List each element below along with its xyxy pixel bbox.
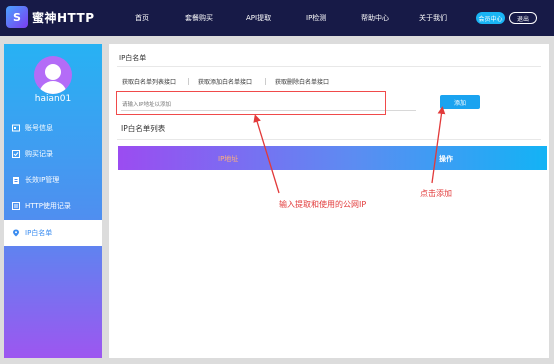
list-icon: [12, 202, 20, 210]
divider: [117, 66, 541, 67]
id-card-icon: [12, 124, 20, 132]
divider: [188, 78, 189, 85]
brand-logo[interactable]: S 蜜神HTTP: [6, 6, 95, 28]
logo-icon: S: [6, 6, 28, 28]
top-navbar: S 蜜神HTTP 首页 套餐购买 API提取 IP检测 帮助中心 关于我们 会员…: [0, 0, 554, 36]
sidebar-item-long-ip-management[interactable]: 长效IP管理: [4, 167, 102, 193]
api-link-delete-whitelist[interactable]: 获取删除白名单接口: [275, 77, 329, 86]
api-link-add-whitelist[interactable]: 获取添加白名单接口: [198, 77, 252, 86]
nav-about-us[interactable]: 关于我们: [419, 13, 447, 23]
column-header-actions: 操作: [439, 155, 453, 163]
logout-button[interactable]: 退出: [509, 12, 537, 24]
avatar[interactable]: [34, 56, 72, 94]
nav-ip-check[interactable]: IP检测: [306, 13, 326, 23]
username: haian01: [34, 94, 72, 104]
sidebar-item-label: 账号信息: [25, 124, 53, 132]
add-button[interactable]: 添加: [440, 95, 480, 109]
page-title: IP白名单: [119, 54, 147, 62]
avatar-body-shape: [39, 81, 67, 94]
clipboard-icon: [12, 176, 20, 184]
api-link-list-whitelist[interactable]: 获取白名单列表接口: [122, 77, 176, 86]
sidebar-item-label: 购买记录: [25, 150, 53, 158]
sidebar-item-label: IP白名单: [25, 229, 53, 237]
nav-home[interactable]: 首页: [135, 13, 149, 23]
sidebar-item-purchase-records[interactable]: 购买记录: [4, 141, 102, 167]
column-header-ip-address: IP地址: [218, 155, 239, 163]
avatar-head-shape: [45, 64, 61, 80]
divider: [265, 78, 266, 85]
annotation-click-hint: 点击添加: [420, 189, 452, 198]
annotation-input-hint: 输入提取和使用的公网IP: [279, 200, 367, 209]
sidebar-item-ip-whitelist[interactable]: IP白名单: [4, 220, 102, 246]
cart-record-icon: [12, 150, 20, 158]
whitelist-table-header: IP地址 操作: [118, 146, 547, 170]
member-center-button[interactable]: 会员中心: [476, 12, 505, 24]
nav-help-center[interactable]: 帮助中心: [361, 13, 389, 23]
whitelist-list-title: IP白名单列表: [121, 124, 166, 133]
annotation-highlight-box: [116, 91, 386, 115]
sidebar-item-label: HTTP使用记录: [25, 202, 71, 210]
nav-api-extract[interactable]: API提取: [246, 13, 271, 23]
divider: [117, 139, 541, 140]
sidebar-item-http-usage[interactable]: HTTP使用记录: [4, 193, 102, 219]
sidebar-item-account-info[interactable]: 账号信息: [4, 115, 102, 141]
location-pin-icon: [12, 229, 20, 237]
brand-name: 蜜神HTTP: [32, 10, 95, 25]
nav-packages[interactable]: 套餐购买: [185, 13, 213, 23]
sidebar-item-label: 长效IP管理: [25, 176, 60, 184]
sidebar: haian01 账号信息 购买记录 长效IP管理 HTTP使用记录 IP白名单: [4, 44, 102, 358]
